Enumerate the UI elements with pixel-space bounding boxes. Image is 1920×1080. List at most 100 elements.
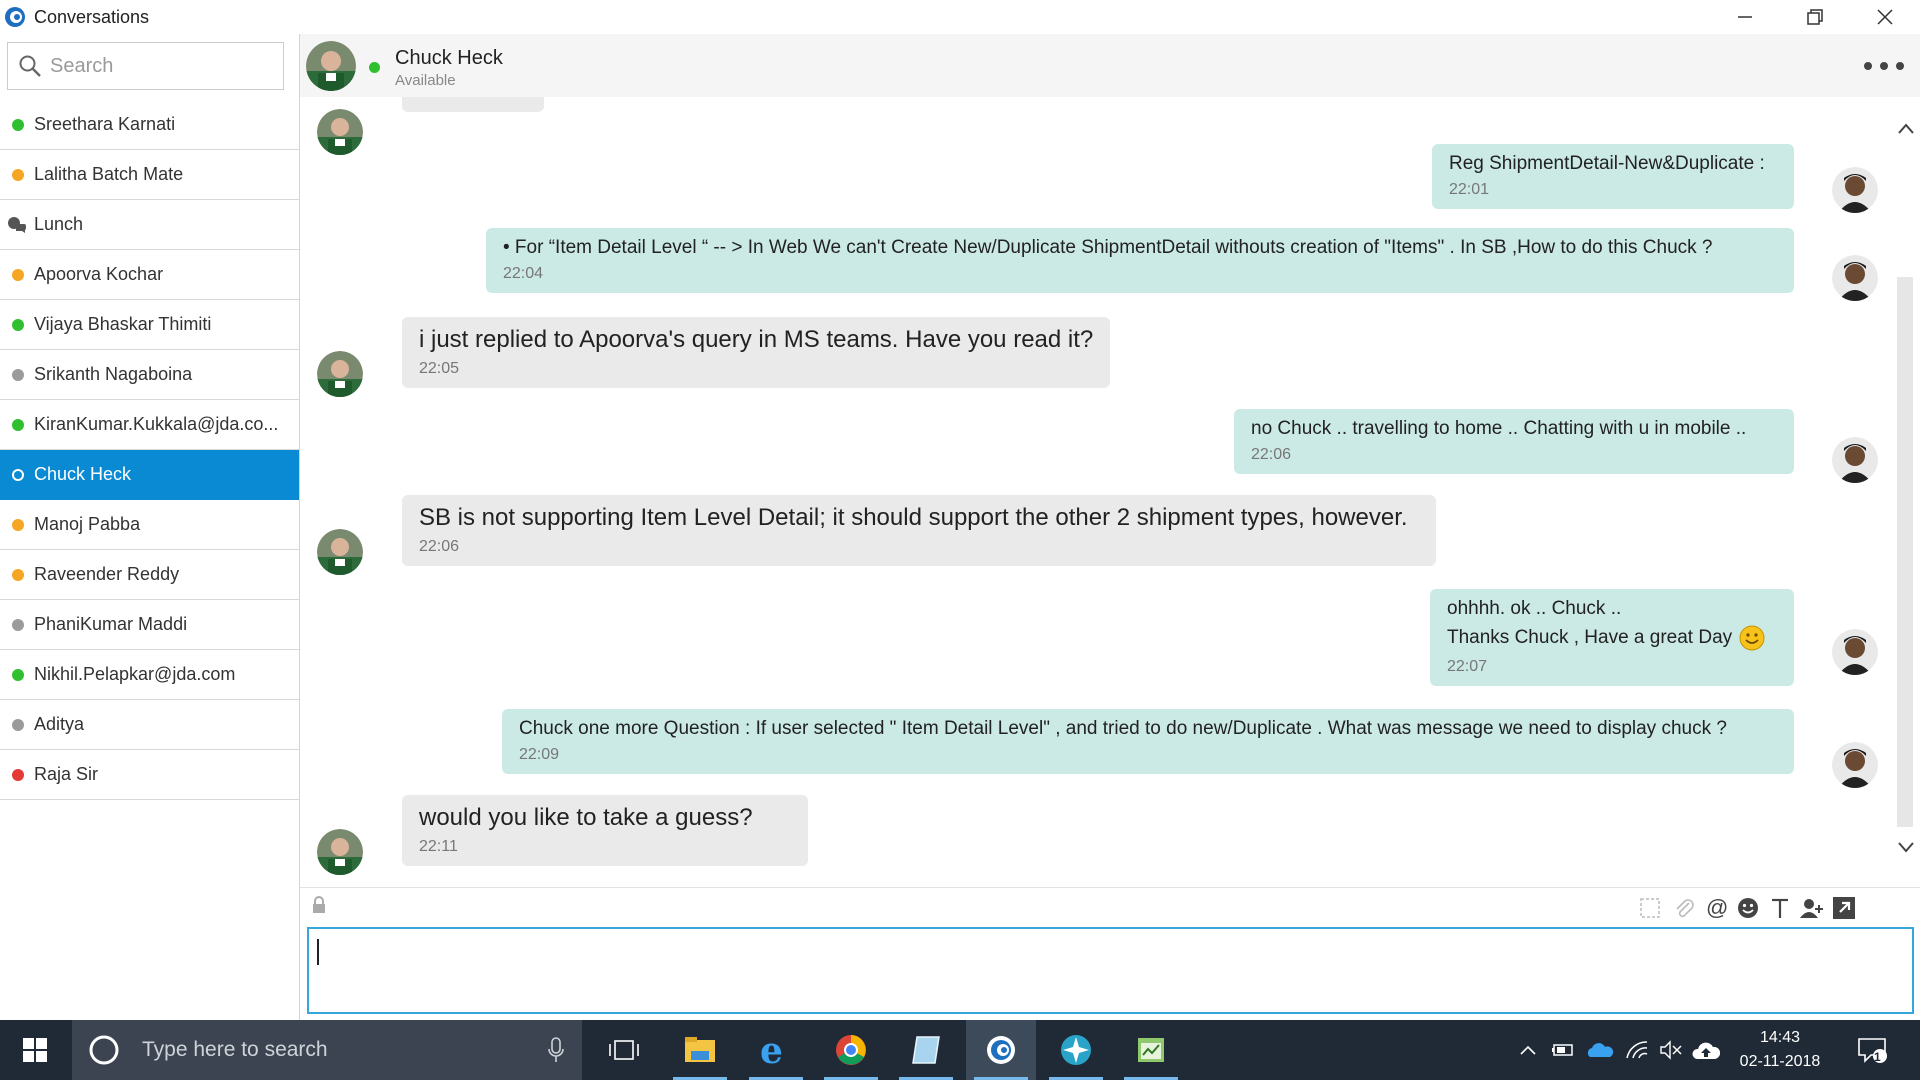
windows-icon: [23, 1038, 47, 1062]
contact-item[interactable]: Nikhil.Pelapkar@jda.com: [0, 650, 299, 700]
avatar[interactable]: [317, 351, 363, 397]
more-options-button[interactable]: [1864, 56, 1904, 76]
screenshot-button[interactable]: [1636, 894, 1664, 922]
outgoing-message[interactable]: ohhhh. ok .. Chuck .. Thanks Chuck , Have…: [1430, 589, 1794, 686]
contact-item[interactable]: Srikanth Nagaboina: [0, 350, 299, 400]
chrome-button[interactable]: [816, 1020, 886, 1080]
task-view-icon: [609, 1040, 639, 1060]
message-text: ohhhh. ok .. Chuck ..: [1447, 598, 1622, 619]
contact-item[interactable]: Raja Sir: [0, 750, 299, 800]
taskbar-search[interactable]: Type here to search: [72, 1020, 582, 1080]
battery-button[interactable]: [1548, 1020, 1578, 1080]
notepad-button[interactable]: [891, 1020, 961, 1080]
add-people-button[interactable]: [1798, 894, 1826, 922]
outgoing-message[interactable]: • For “Item Detail Level “ -- > In Web W…: [486, 228, 1794, 293]
spreadsheet-button[interactable]: [1116, 1020, 1186, 1080]
conversations-icon: [987, 1036, 1015, 1064]
popout-button[interactable]: [1830, 894, 1858, 922]
maximize-button[interactable]: [1780, 0, 1850, 34]
paperclip-icon: [1676, 899, 1694, 918]
add-person-icon: [1800, 899, 1823, 918]
wifi-button[interactable]: [1622, 1020, 1652, 1080]
avatar[interactable]: [306, 41, 356, 91]
outgoing-message[interactable]: no Chuck .. travelling to home .. Chatti…: [1234, 409, 1794, 474]
more-dot-icon: [1880, 62, 1888, 70]
avatar[interactable]: [1832, 629, 1878, 675]
action-center-button[interactable]: 1: [1850, 1020, 1894, 1080]
search-input[interactable]: [50, 54, 270, 78]
text-format-button[interactable]: [1766, 894, 1794, 922]
conversations-taskbar-button[interactable]: [966, 1020, 1036, 1080]
search-box[interactable]: [7, 42, 284, 90]
contact-item[interactable]: Manoj Pabba: [0, 500, 299, 550]
outgoing-message[interactable]: Chuck one more Question : If user select…: [502, 709, 1794, 774]
avatar[interactable]: [1832, 167, 1878, 213]
mic-icon[interactable]: [548, 1037, 564, 1063]
message-text: Thanks Chuck , Have a great Day: [1447, 627, 1733, 648]
attach-button[interactable]: [1670, 894, 1698, 922]
title-bar: Conversations: [0, 0, 300, 34]
incoming-message[interactable]: SB is not supporting Item Level Detail; …: [402, 495, 1436, 566]
contact-item[interactable]: Lalitha Batch Mate: [0, 150, 299, 200]
mention-button[interactable]: @: [1702, 894, 1730, 922]
start-button[interactable]: [0, 1020, 70, 1080]
incoming-message[interactable]: 22:01: [402, 97, 544, 112]
onedrive-icon: [1587, 1043, 1614, 1057]
scroll-up-icon[interactable]: [1896, 119, 1916, 139]
close-button[interactable]: [1850, 0, 1920, 34]
avatar[interactable]: [1832, 437, 1878, 483]
chevron-up-icon: [1520, 1045, 1536, 1055]
app-star-icon: [1061, 1035, 1091, 1065]
chat-header: Chuck Heck Available: [300, 34, 1920, 97]
window-controls: [1710, 0, 1920, 34]
conversations-app: Conversations Sreethara Karnati Lalitha B…: [0, 0, 1920, 1020]
edge-button[interactable]: e: [741, 1020, 811, 1080]
emoji-button[interactable]: [1734, 894, 1762, 922]
at-icon: @: [1706, 896, 1728, 920]
message-timestamp: 22:01: [1449, 181, 1490, 198]
contact-name-label: Raja Sir: [34, 764, 99, 784]
avatar[interactable]: [1832, 255, 1878, 301]
scroll-down-icon[interactable]: [1896, 837, 1916, 857]
volume-button[interactable]: [1656, 1020, 1686, 1080]
contact-item[interactable]: KiranKumar.Kukkala@jda.co...: [0, 400, 299, 450]
app-star-button[interactable]: [1041, 1020, 1111, 1080]
upload-button[interactable]: [1690, 1020, 1722, 1080]
avatar[interactable]: [317, 109, 363, 155]
scroll-thumb[interactable]: [1897, 277, 1913, 827]
file-explorer-button[interactable]: [665, 1020, 735, 1080]
taskbar-clock[interactable]: 14:43 02-11-2018: [1720, 1026, 1840, 1074]
tray-overflow-button[interactable]: [1514, 1020, 1542, 1080]
contact-item[interactable]: Chuck Heck: [0, 450, 299, 500]
contact-item[interactable]: Vijaya Bhaskar Thimiti: [0, 300, 299, 350]
presence-dot: [12, 668, 24, 681]
clock-time: 14:43: [1759, 1029, 1801, 1046]
contact-item[interactable]: Lunch: [0, 200, 299, 250]
minimize-button[interactable]: [1710, 0, 1780, 34]
clock-date: 02-11-2018: [1739, 1053, 1821, 1070]
contact-item[interactable]: Apoorva Kochar: [0, 250, 299, 300]
message-timestamp: 22:04: [503, 265, 544, 282]
task-view-button[interactable]: [589, 1020, 659, 1080]
outgoing-message[interactable]: Reg ShipmentDetail-New&Duplicate : 22:01: [1432, 144, 1794, 209]
incoming-message[interactable]: i just replied to Apoorva's query in MS …: [402, 317, 1110, 388]
contact-name-label: Sreethara Karnati: [34, 114, 176, 134]
contact-item[interactable]: PhaniKumar Maddi: [0, 600, 299, 650]
incoming-message[interactable]: would you like to take a guess? 22:11: [402, 795, 808, 866]
contact-name-label: Lunch: [34, 214, 84, 234]
notification-icon: [1858, 1038, 1887, 1063]
presence-dot: [12, 568, 24, 581]
contact-item[interactable]: Raveender Reddy: [0, 550, 299, 600]
contact-name-label: Apoorva Kochar: [34, 264, 164, 284]
contact-item[interactable]: Aditya: [0, 700, 299, 750]
avatar[interactable]: [317, 529, 363, 575]
taskbar-search-placeholder: Type here to search: [142, 1038, 328, 1061]
avatar[interactable]: [1832, 742, 1878, 788]
avatar[interactable]: [317, 829, 363, 875]
onedrive-button[interactable]: [1584, 1020, 1616, 1080]
chrome-icon: [836, 1035, 866, 1065]
contact-item[interactable]: Sreethara Karnati: [0, 100, 299, 150]
message-scrollbar[interactable]: [1892, 97, 1920, 887]
message-text: would you like to take a guess?: [419, 804, 753, 831]
message-input[interactable]: [307, 927, 1914, 1014]
